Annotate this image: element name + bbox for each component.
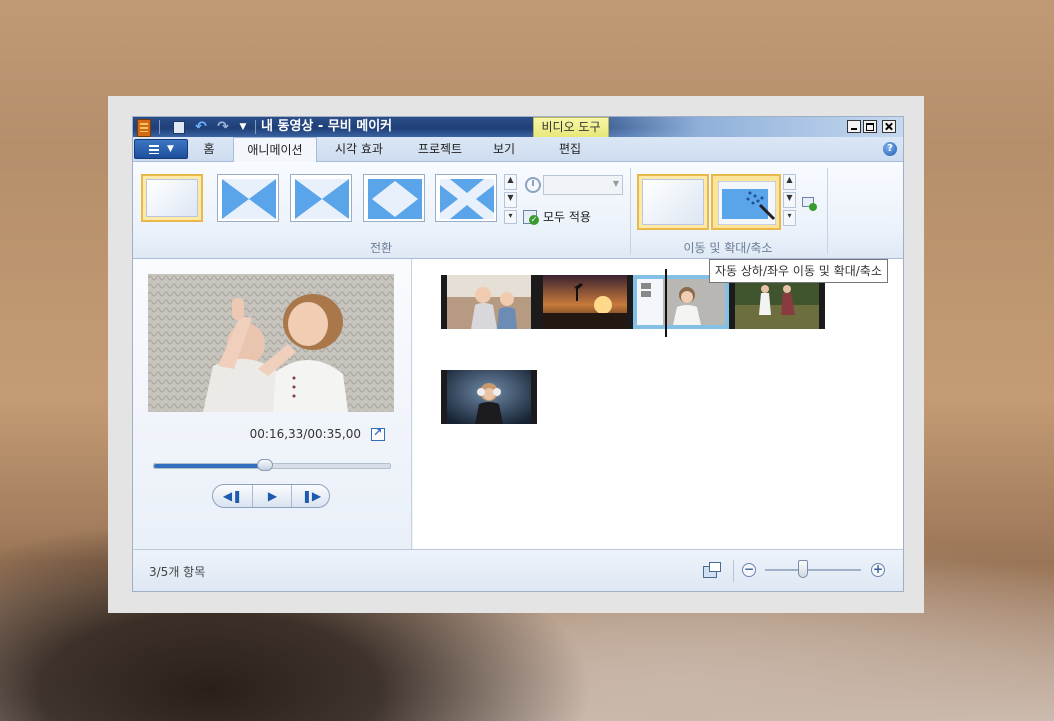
title-bar: ↶ ↷ ▼ 내 동영상 - 무비 메이커 비디오 도구 [133,117,903,137]
ribbon: ▲ ▼ ▾ ▼ 모두 적용 전환 ▲ ▼ ▾ 이동 및 확대/축소 [133,162,903,259]
transition-diagonal-box[interactable] [290,174,352,222]
zoom-slider-thumb[interactable] [798,560,809,578]
timecode: 00:16,33/00:35,00 [249,427,361,441]
transitions-expand[interactable]: ▾ [504,210,517,224]
apply-all-icon [523,210,539,225]
transport-controls: ◀❚ ▶ ❚▶ [212,484,330,508]
next-frame-icon[interactable]: ❚▶ [291,485,329,507]
transition-cross[interactable] [435,174,497,222]
clip-4[interactable] [729,275,825,329]
transitions-scroll-up[interactable]: ▲ [504,174,517,190]
preview-pane: 00:16,33/00:35,00 ◀❚ ▶ ❚▶ [133,259,412,549]
clip-1[interactable] [441,275,537,329]
transitions-group-label: 전환 [369,241,393,255]
file-menu-button[interactable]: ▼ [134,139,188,159]
tab-visual-effects[interactable]: 시각 효과 [323,137,395,161]
panzoom-group-label: 이동 및 확대/축소 [683,241,773,255]
status-bar: 3/5개 항목 − + [133,549,903,591]
tab-project[interactable]: 프로젝트 [405,137,475,161]
preview-image [148,274,394,412]
clip-3-selected[interactable] [633,275,729,329]
clip-5[interactable] [441,370,537,424]
previous-frame-icon[interactable]: ◀❚ [213,485,252,507]
app-icon[interactable] [137,119,151,137]
play-icon[interactable]: ▶ [252,485,292,507]
save-icon[interactable] [171,119,185,135]
minimize-button[interactable] [847,120,861,133]
panzoom-apply-all-icon[interactable] [802,197,818,211]
panzoom-expand[interactable]: ▾ [783,210,796,226]
playhead[interactable] [665,269,667,337]
transitions-scroll-down[interactable]: ▼ [504,192,517,208]
zoom-out-icon[interactable]: − [742,563,756,577]
storyboard [413,259,903,549]
movie-maker-window: ↶ ↷ ▼ 내 동영상 - 무비 메이커 비디오 도구 ▼ 홈 애니메이션 시각… [132,116,904,592]
zoom-in-icon[interactable]: + [871,563,885,577]
seek-thumb[interactable] [256,459,273,471]
seek-progress [154,464,265,468]
storyboard-view-icon[interactable] [703,562,721,578]
duration-combo[interactable]: ▼ [543,175,623,195]
panzoom-tooltip: 자동 상하/좌우 이동 및 확대/축소 [709,259,888,283]
quick-access-more-icon[interactable]: ▼ [237,119,249,135]
file-menu-icon [149,145,159,154]
apply-all-button[interactable]: 모두 적용 [523,208,591,226]
panzoom-scroll-up[interactable]: ▲ [783,174,796,190]
duration-clock-icon [525,177,541,193]
clip-2[interactable] [537,275,633,329]
apply-all-label: 모두 적용 [543,210,591,224]
seek-bar[interactable] [153,459,391,471]
panzoom-none[interactable] [637,174,709,230]
tab-animation[interactable]: 애니메이션 [233,137,317,162]
panzoom-auto[interactable] [711,174,781,230]
maximize-button[interactable] [863,120,877,133]
tab-home[interactable]: 홈 [191,137,227,161]
video-tools-context-tab: 비디오 도구 [533,117,609,137]
ribbon-tab-row: ▼ 홈 애니메이션 시각 효과 프로젝트 보기 편집 ? [133,137,903,162]
tab-edit[interactable]: 편집 [537,137,603,161]
panzoom-scroll-down[interactable]: ▼ [783,192,796,208]
redo-icon[interactable]: ↷ [215,119,231,135]
transition-none[interactable] [141,174,203,222]
undo-icon[interactable]: ↶ [193,119,209,135]
main-content: 00:16,33/00:35,00 ◀❚ ▶ ❚▶ [133,259,903,549]
popout-icon[interactable] [371,426,385,441]
window-title: 내 동영상 - 무비 메이커 [261,119,393,134]
close-button[interactable] [882,120,896,133]
item-count-label: 3/5개 항목 [149,565,206,579]
help-icon[interactable]: ? [883,142,897,156]
tab-view[interactable]: 보기 [483,137,525,161]
zoom-slider[interactable] [765,569,861,571]
transition-crossfade[interactable] [217,174,279,222]
transition-diamond[interactable] [363,174,425,222]
